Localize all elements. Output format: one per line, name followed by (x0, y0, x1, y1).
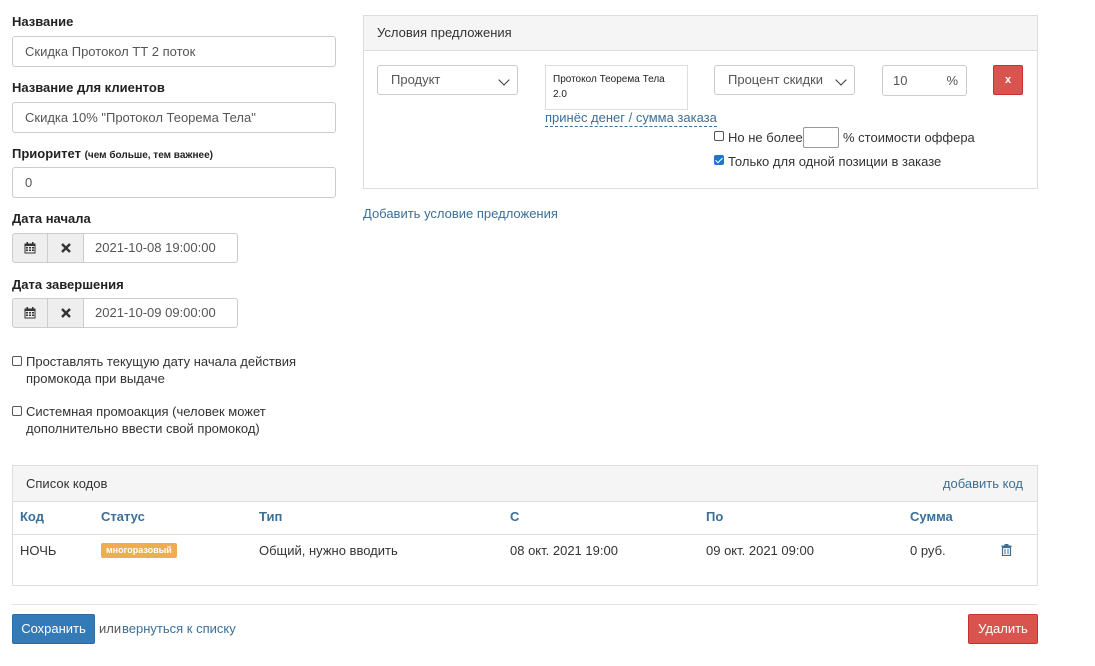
trash-icon[interactable] (1001, 544, 1012, 559)
codes-panel-title: Список кодов (26, 476, 108, 491)
name-label: Название (12, 14, 74, 29)
delete-button[interactable]: Удалить (968, 614, 1038, 644)
col-header-from: С (510, 509, 520, 524)
max-percent-input[interactable] (803, 127, 839, 148)
system-promo-checkbox-label: Системная промоакция (человек может допо… (26, 404, 266, 436)
product-field[interactable]: Протокол Теорема Тела 2.0 (545, 65, 688, 110)
back-to-list-link[interactable]: вернуться к списку (122, 621, 236, 636)
col-header-sum: Сумма (910, 509, 953, 524)
discount-type-select[interactable]: Процент скидки (714, 65, 855, 95)
conditions-panel-title: Условия предложения (364, 16, 1037, 51)
max-percent-prefix: Но не более (728, 130, 803, 145)
col-header-to: По (706, 509, 724, 524)
col-header-code: Код (20, 509, 44, 524)
add-condition-link[interactable]: Добавить условие предложения (363, 206, 558, 221)
client-name-input[interactable]: Скидка 10% "Протокол Теорема Тела" (12, 102, 336, 133)
current-date-checkbox-label: Проставлять текущую дату начала действия… (26, 354, 297, 386)
to-cell: 09 окт. 2021 09:00 (706, 543, 814, 558)
chevron-down-icon (835, 74, 847, 86)
end-date-label: Дата завершения (12, 277, 124, 292)
system-promo-checkbox[interactable] (12, 406, 22, 416)
from-cell: 08 окт. 2021 19:00 (510, 543, 618, 558)
product-value: Протокол Теорема Тела 2.0 (553, 74, 665, 100)
max-percent-suffix: % стоимости оффера (843, 130, 975, 145)
end-date-input[interactable]: 2021-10-09 09:00:00 (84, 298, 238, 328)
client-name-label: Название для клиентов (12, 80, 165, 95)
name-input[interactable]: Скидка Протокол ТТ 2 поток (12, 36, 336, 67)
priority-label: Приоритет (чем больше, тем важнее) (12, 146, 213, 161)
save-button[interactable]: Сохранить (12, 614, 95, 644)
priority-hint: (чем больше, тем важнее) (84, 150, 213, 161)
remove-condition-button[interactable]: x (993, 65, 1023, 95)
priority-label-text: Приоритет (12, 146, 81, 161)
close-icon: x (1004, 74, 1012, 86)
single-position-checkbox[interactable] (714, 155, 724, 165)
clear-icon[interactable] (48, 298, 84, 328)
type-cell: Общий, нужно вводить (259, 543, 398, 558)
calendar-icon[interactable] (12, 298, 48, 328)
priority-input[interactable]: 0 (12, 167, 336, 198)
code-cell: НОЧЬ (20, 543, 57, 558)
product-metric-link[interactable]: принёс денег / сумма заказа (545, 110, 717, 127)
status-badge: многоразовый (101, 543, 177, 558)
percent-unit: % (946, 73, 958, 88)
footer-divider (12, 604, 1038, 605)
col-header-type: Тип (259, 509, 283, 524)
current-date-checkbox[interactable] (12, 356, 22, 366)
end-date-group: 2021-10-09 09:00:00 (12, 298, 238, 328)
codes-panel-header: Список кодов добавить код (13, 466, 1037, 502)
col-header-status: Статус (101, 509, 145, 524)
start-date-group: 2021-10-08 19:00:00 (12, 233, 238, 263)
sum-cell: 0 руб. (910, 543, 946, 558)
percent-input[interactable]: 10 % (882, 65, 967, 96)
discount-type-value: Процент скидки (728, 72, 824, 87)
calendar-icon[interactable] (12, 233, 48, 263)
clear-icon[interactable] (48, 233, 84, 263)
start-date-label: Дата начала (12, 211, 91, 226)
condition-type-value: Продукт (391, 72, 441, 87)
max-percent-checkbox[interactable] (714, 131, 724, 141)
codes-panel: Список кодов добавить код (12, 465, 1038, 586)
percent-value: 10 (893, 73, 908, 88)
condition-type-select[interactable]: Продукт (377, 65, 518, 95)
codes-table-header-divider (13, 534, 1037, 535)
single-position-label: Только для одной позиции в заказе (728, 154, 942, 169)
add-code-link[interactable]: добавить код (943, 466, 1023, 501)
start-date-input[interactable]: 2021-10-08 19:00:00 (84, 233, 238, 263)
chevron-down-icon (498, 74, 510, 86)
or-text: или (99, 621, 122, 636)
